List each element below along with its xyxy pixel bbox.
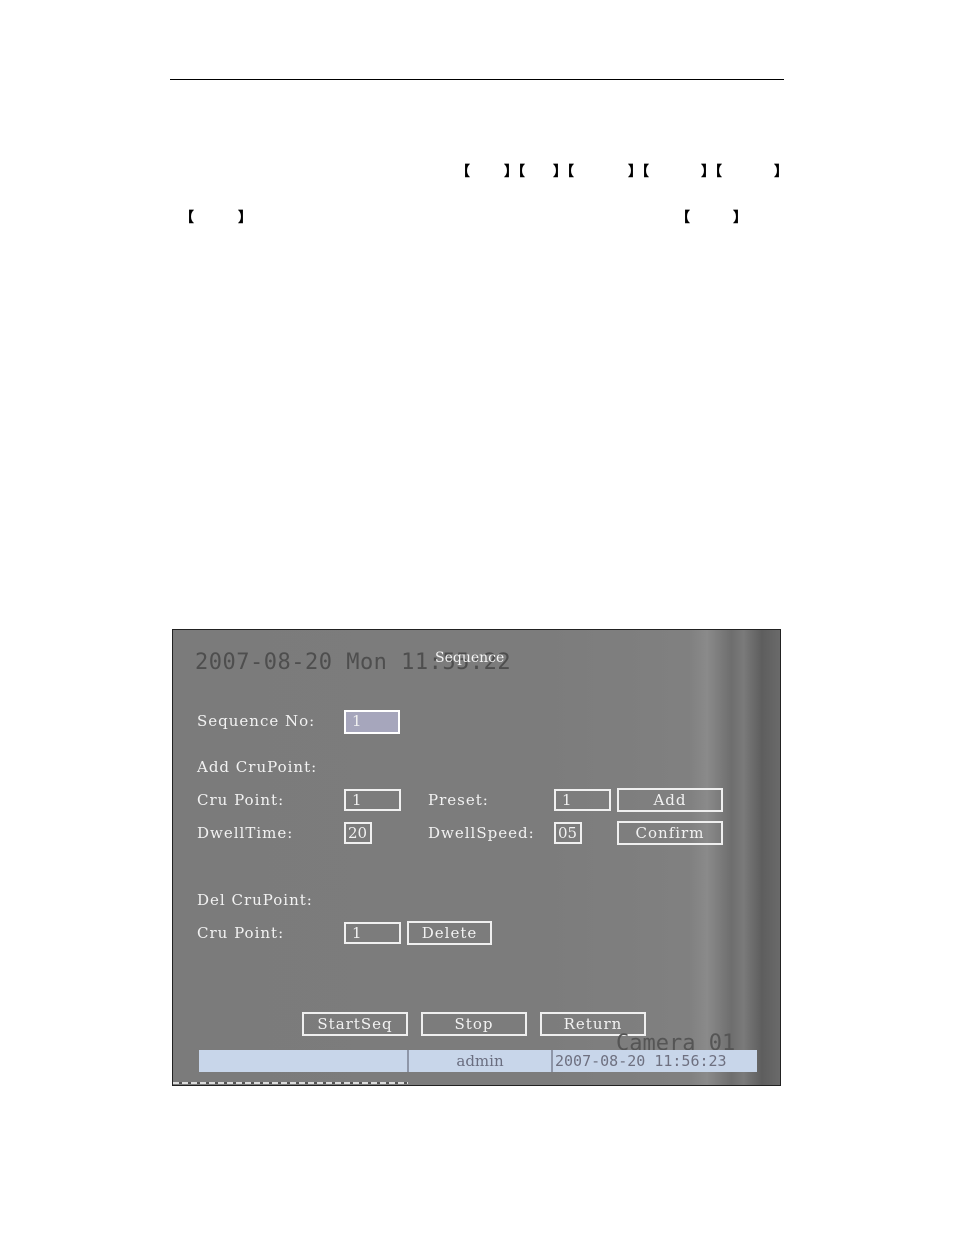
bracket-mark: 】 (238, 210, 252, 226)
bracket-mark: 】 (774, 164, 788, 180)
bracket-mark: 】【 (628, 164, 649, 180)
add-cru-point-input[interactable]: 1 (344, 789, 401, 811)
status-cell-empty (199, 1050, 407, 1072)
bracket-mark: 】 (733, 210, 747, 226)
bracket-mark: 】【 (701, 164, 722, 180)
del-cru-point-section-label: Del CruPoint: (197, 891, 313, 909)
bracket-mark: 】【 (553, 164, 574, 180)
dwell-time-input[interactable]: 20 (344, 822, 372, 844)
add-cru-point-section-label: Add CruPoint: (197, 758, 318, 776)
preset-label: Preset: (428, 791, 489, 809)
header-rule (170, 79, 784, 80)
dwell-time-label: DwellTime: (197, 824, 294, 842)
dwell-speed-input[interactable]: 05 (554, 822, 582, 844)
dialog-title: Sequence (435, 650, 505, 666)
signal-stripe (173, 1082, 408, 1084)
add-button[interactable]: Add (617, 788, 723, 812)
confirm-button[interactable]: Confirm (617, 821, 723, 845)
del-cru-point-label: Cru Point: (197, 924, 285, 942)
del-cru-point-input[interactable]: 1 (344, 922, 401, 944)
dwell-speed-label: DwellSpeed: (428, 824, 535, 842)
bracket-mark: 【 (676, 210, 690, 226)
status-datetime: 2007-08-20 11:56:23 (551, 1050, 757, 1072)
stop-button[interactable]: Stop (421, 1012, 527, 1036)
bracket-mark: 】【 (504, 164, 525, 180)
status-bar: admin 2007-08-20 11:56:23 (199, 1050, 757, 1072)
add-cru-point-label: Cru Point: (197, 791, 285, 809)
sequence-no-input[interactable]: 1 (344, 710, 400, 734)
preset-input[interactable]: 1 (554, 789, 611, 811)
delete-button[interactable]: Delete (407, 921, 492, 945)
start-seq-button[interactable]: StartSeq (302, 1012, 408, 1036)
sequence-no-label: Sequence No: (197, 712, 316, 730)
bracket-mark: 【 (180, 210, 194, 226)
status-user: admin (407, 1050, 551, 1072)
bracket-mark: 【 (456, 164, 470, 180)
dvr-screenshot: 2007-08-20 Mon 11:55:22 Sequence Sequenc… (172, 629, 781, 1086)
